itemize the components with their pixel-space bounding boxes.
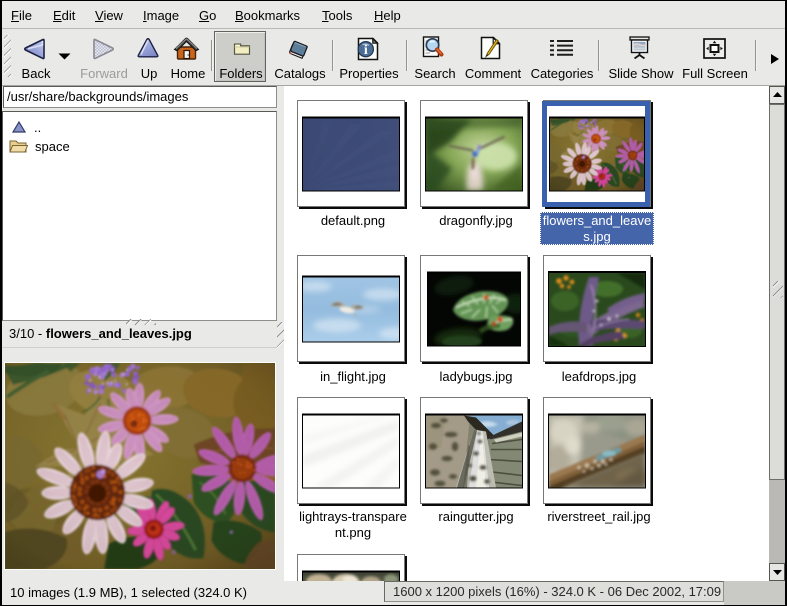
svg-text:i: i	[364, 43, 368, 58]
